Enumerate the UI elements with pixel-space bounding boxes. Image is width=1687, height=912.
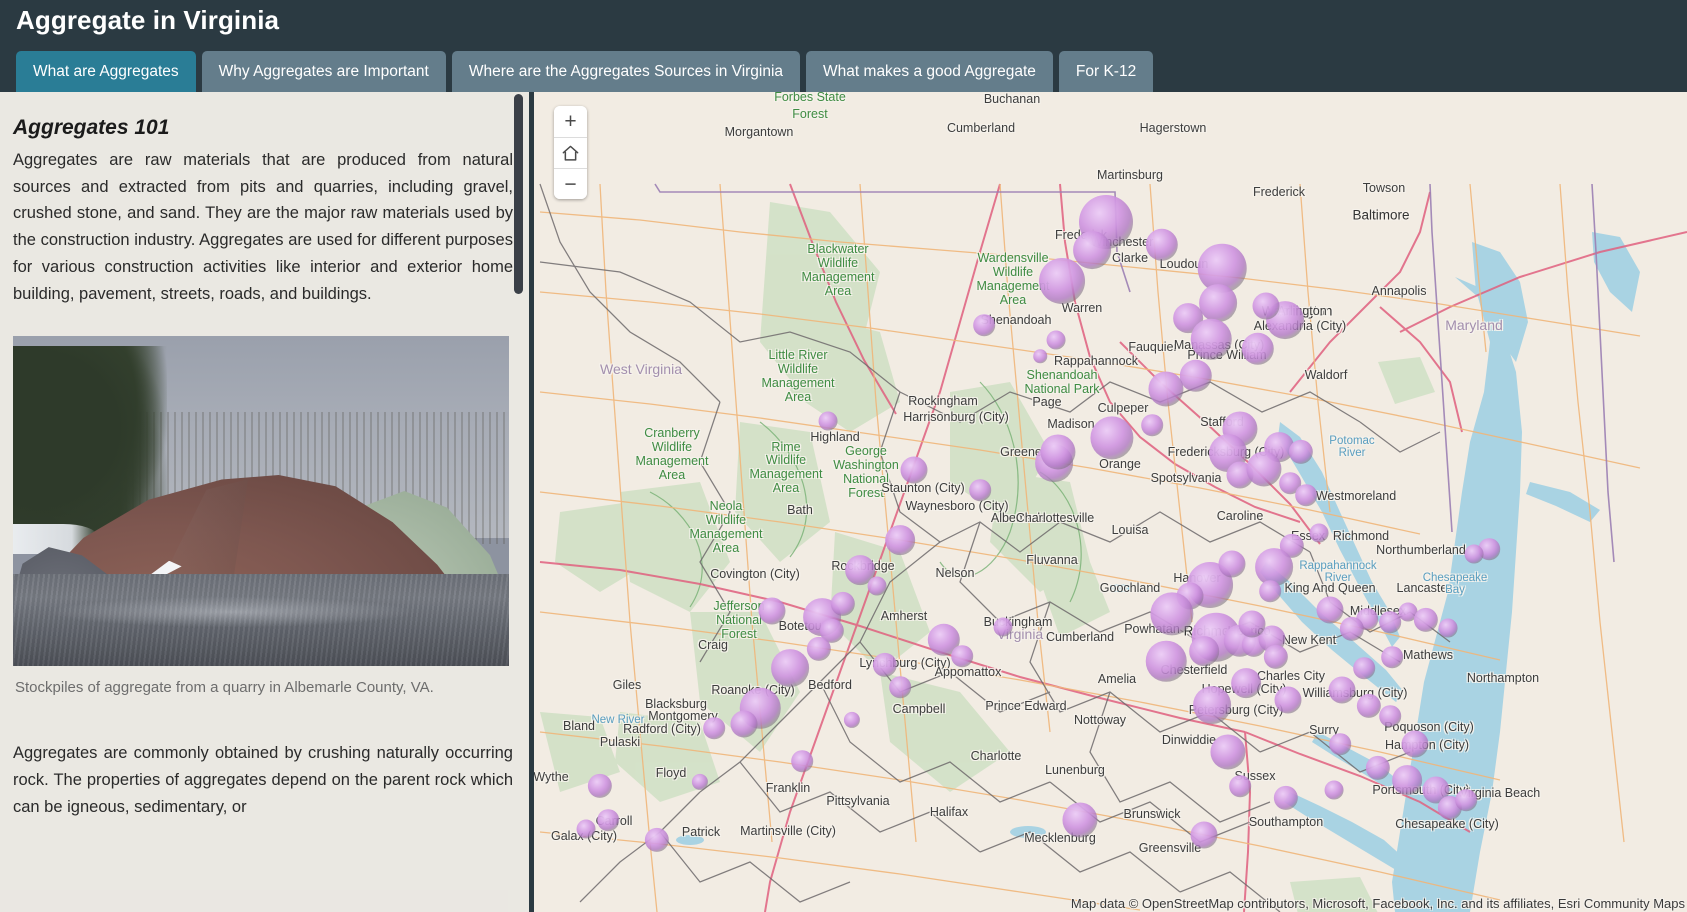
panel-edge-divider: [529, 92, 534, 912]
tab-where-are-the-aggregates-sources-in-virginia[interactable]: Where are the Aggregates Sources in Virg…: [451, 51, 801, 92]
application-root: Forbes State Forest Buchanan Cumberland Hage…: [0, 0, 1687, 912]
app-header: Aggregate in Virginia What are Aggregate…: [0, 0, 1687, 92]
aggregate-figure: Stockpiles of aggregate from a quarry in…: [13, 336, 509, 696]
tab-what-makes-a-good-aggregate[interactable]: What makes a good Aggregate: [806, 51, 1053, 92]
intro-paragraph: Aggregates are raw materials that are pr…: [13, 151, 513, 303]
content-panel: Aggregates 101 Aggregates are raw materi…: [0, 92, 529, 912]
map-zoom-controls[interactable]: + −: [554, 106, 587, 199]
second-paragraph: Aggregates are commonly obtained by crus…: [13, 744, 513, 816]
scrollbar-thumb[interactable]: [514, 94, 523, 294]
content-panel-scroll-area[interactable]: Aggregates 101 Aggregates are raw materi…: [0, 92, 529, 912]
minus-icon: −: [564, 172, 577, 196]
tab-why-aggregates-are-important[interactable]: Why Aggregates are Important: [201, 51, 446, 92]
map-attribution: Map data © OpenStreetMap contributors, M…: [1070, 896, 1685, 911]
zoom-out-button[interactable]: −: [554, 168, 587, 199]
home-button[interactable]: [554, 137, 587, 168]
home-icon: [562, 145, 579, 161]
quarry-stockpile-photo: [13, 336, 509, 667]
app-title: Aggregate in Virginia: [16, 5, 280, 35]
tab-what-are-aggregates[interactable]: What are Aggregates: [16, 51, 196, 92]
plus-icon: +: [564, 110, 577, 133]
zoom-in-button[interactable]: +: [554, 106, 587, 137]
tab-bar[interactable]: What are Aggregates Why Aggregates are Im…: [16, 51, 1154, 92]
content-panel-scrollbar[interactable]: [514, 92, 523, 912]
page-title: Aggregates 101: [13, 116, 170, 139]
tab-for-k-12[interactable]: For K-12: [1058, 51, 1154, 92]
photo-ground-sheen: [52, 597, 410, 627]
figure-caption: Stockpiles of aggregate from a quarry in…: [15, 679, 434, 697]
